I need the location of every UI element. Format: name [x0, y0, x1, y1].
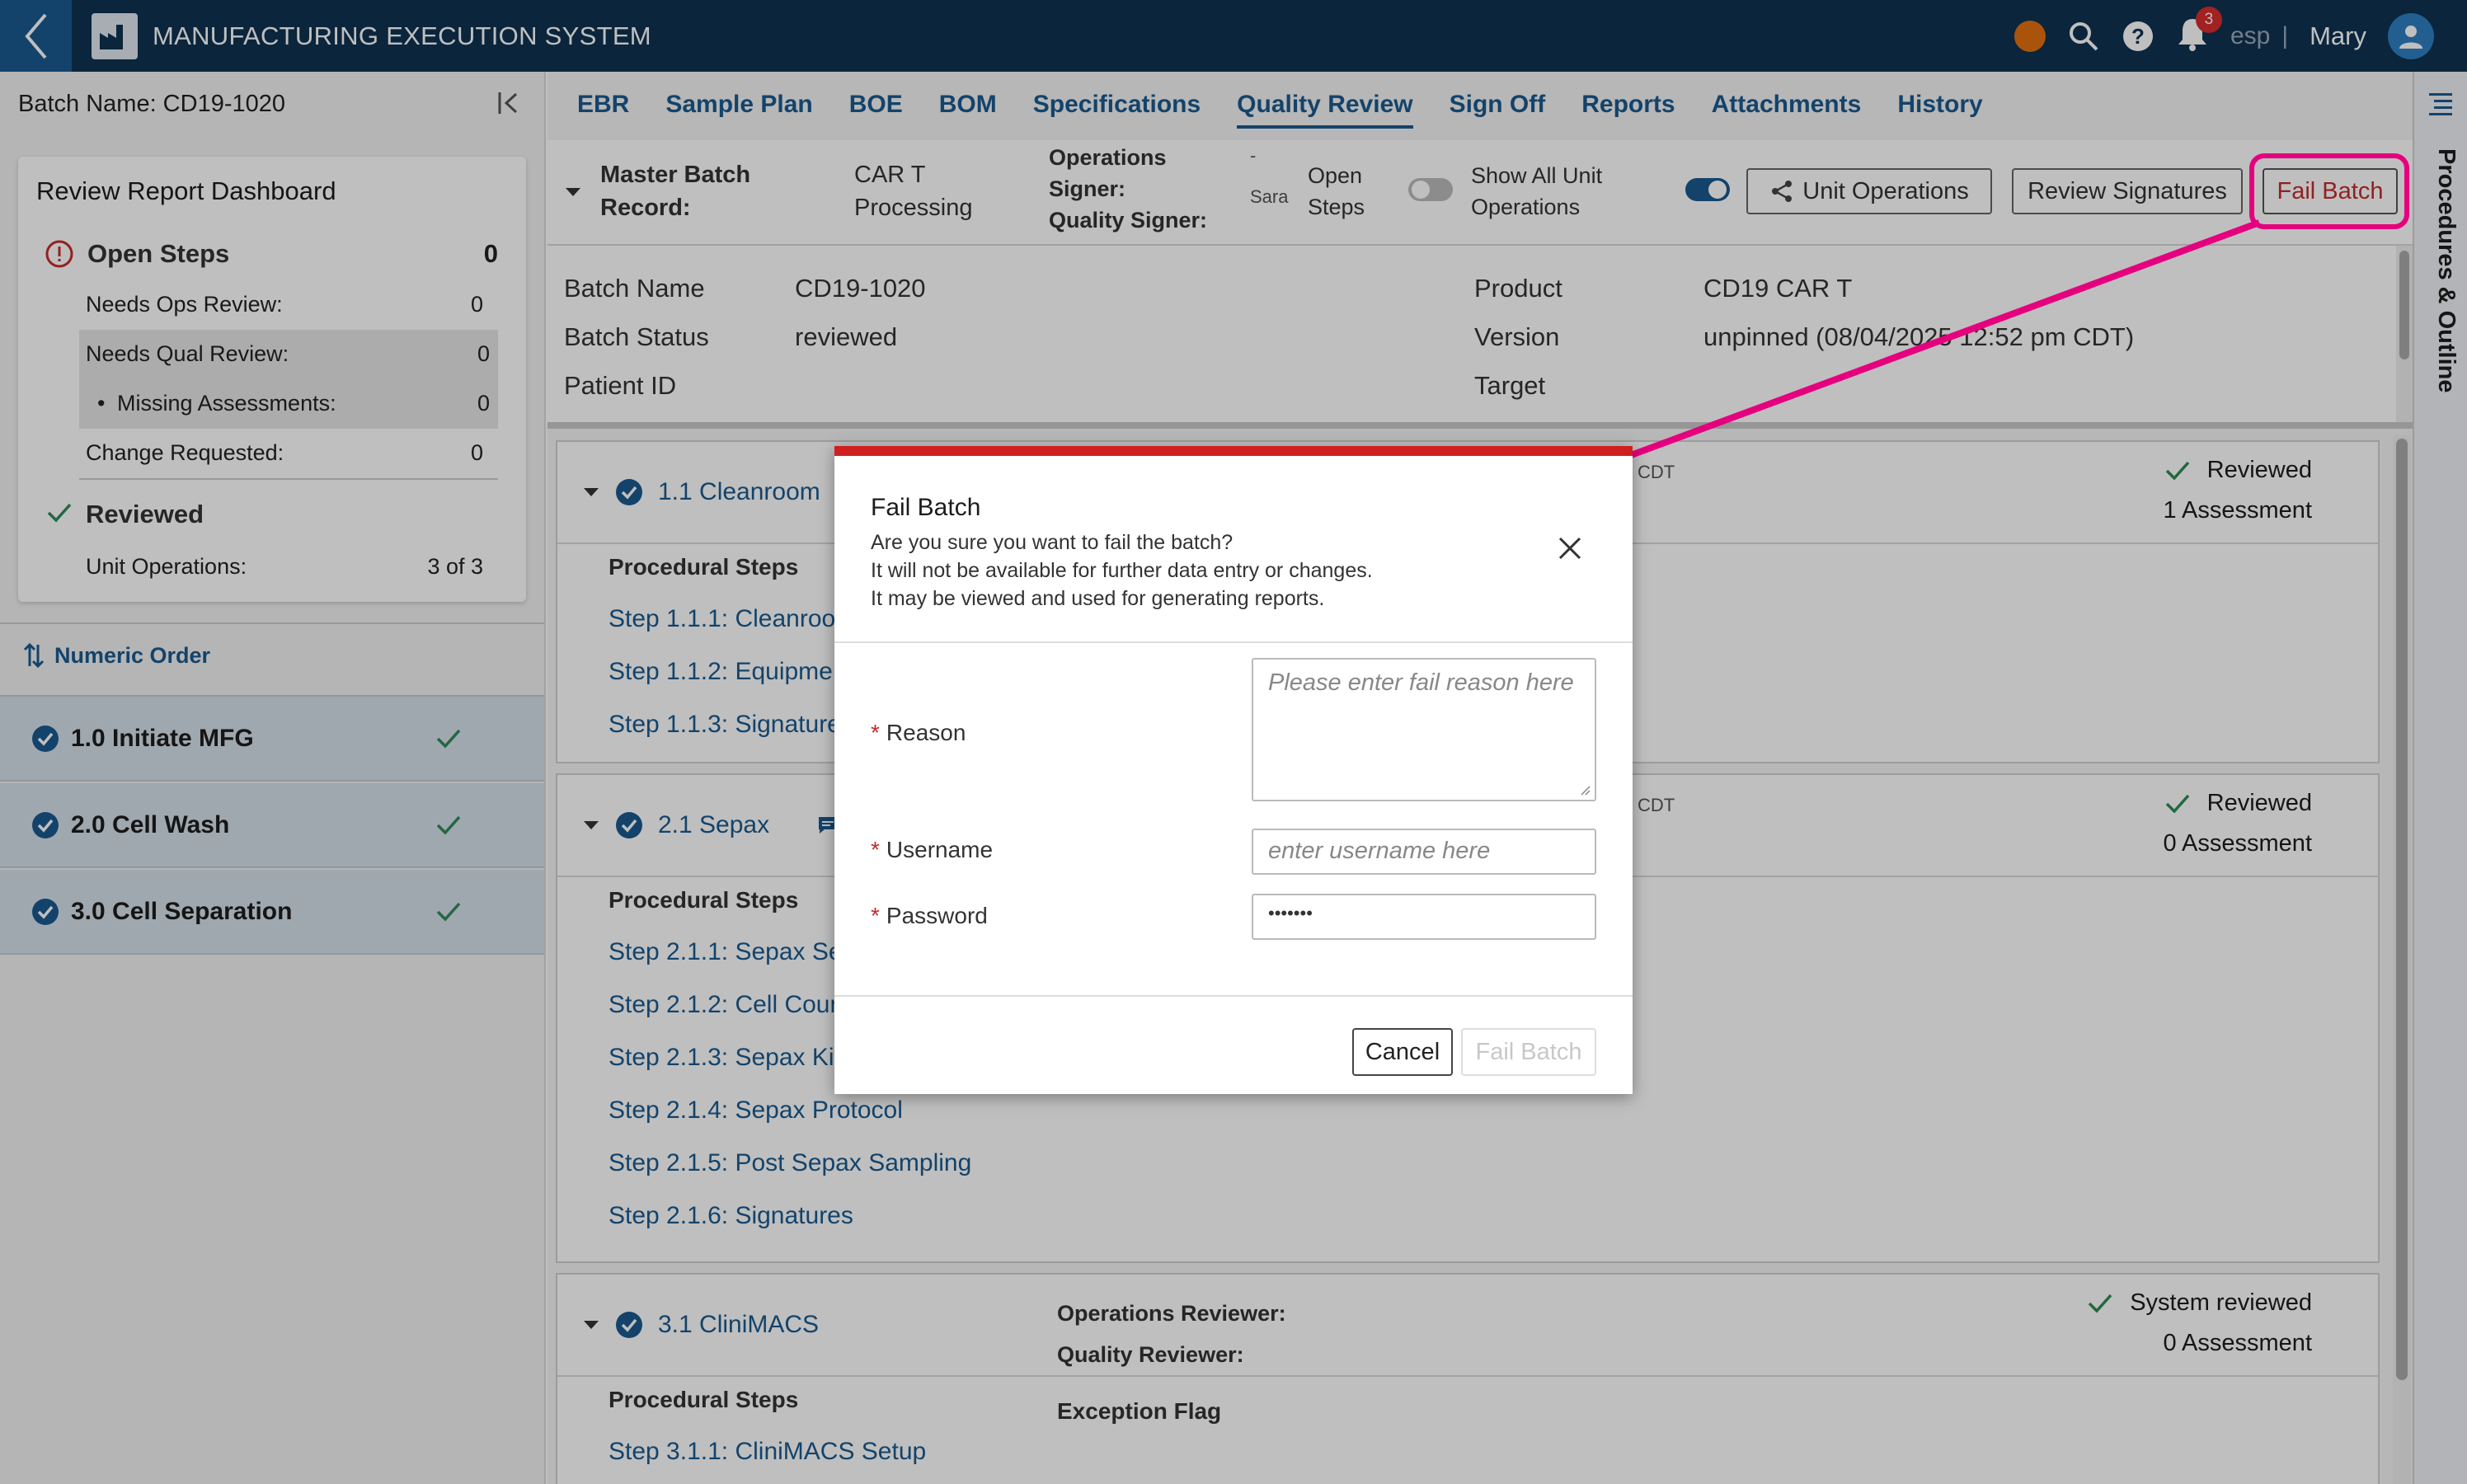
resize-handle-icon[interactable]: [1580, 785, 1591, 796]
required-mark: *: [871, 720, 880, 745]
cancel-button[interactable]: Cancel: [1352, 1028, 1453, 1076]
divider: [834, 995, 1633, 997]
dialog-message-line: Are you sure you want to fail the batch?: [871, 531, 1234, 554]
username-input[interactable]: enter username here: [1252, 829, 1596, 875]
dialog-title: Fail Batch: [871, 494, 981, 521]
password-input[interactable]: •••••••: [1252, 894, 1596, 940]
reason-textarea[interactable]: Please enter fail reason here: [1252, 658, 1596, 801]
password-label: * Password: [871, 903, 988, 928]
reason-label: * Reason: [871, 720, 966, 745]
dialog-message-line: It may be viewed and used for generating…: [871, 587, 1325, 610]
close-icon[interactable]: [1557, 535, 1583, 561]
fail-batch-confirm-button[interactable]: Fail Batch: [1461, 1028, 1596, 1076]
fail-batch-dialog: Fail Batch Are you sure you want to fail…: [834, 446, 1633, 1094]
required-mark: *: [871, 837, 880, 862]
username-label: * Username: [871, 837, 994, 862]
divider: [834, 641, 1633, 643]
dialog-message-line: It will not be available for further dat…: [871, 559, 1373, 582]
required-mark: *: [871, 903, 880, 928]
